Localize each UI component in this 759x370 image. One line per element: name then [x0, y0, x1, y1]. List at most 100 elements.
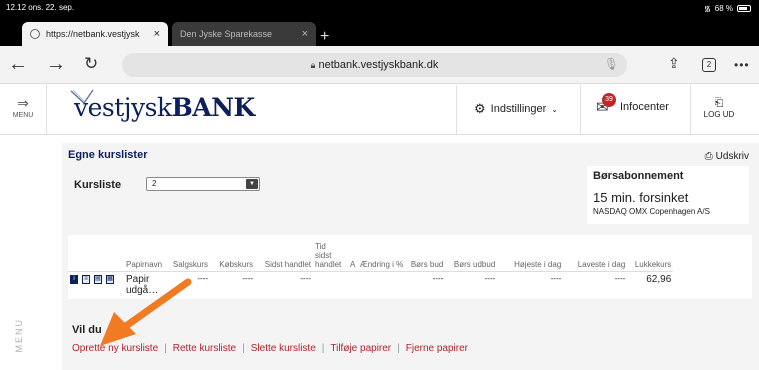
lock-icon: 🔒︎	[310, 59, 316, 70]
site-header: ⇒ MENU vestjyskBANK ⚙︎ Indstillinger ⌄ ✉…	[0, 85, 759, 135]
col-boers-udbud[interactable]: Børs udbud	[445, 235, 498, 272]
reload-icon[interactable]: ↻	[84, 54, 98, 74]
browser-tab-jyske[interactable]: Den Jyske Sparekasse ×	[172, 22, 316, 46]
kursliste-select[interactable]: 2 ▼	[146, 177, 260, 191]
menu-arrow-icon: ⇒	[17, 95, 29, 111]
kursliste-label: Kursliste	[74, 179, 122, 191]
browser-tab-netbank[interactable]: https://netbank.vestjysk ×	[22, 22, 168, 46]
cell-a	[343, 271, 357, 298]
logout-button[interactable]: ⎗ LOG UD	[702, 97, 736, 119]
microphone-icon[interactable]: 🎙︎	[604, 57, 619, 71]
more-dots-icon[interactable]: •••	[734, 58, 750, 72]
settings-label: Indstillinger	[490, 103, 547, 115]
tab-title: Den Jyske Sparekasse	[180, 29, 273, 39]
separator: |	[164, 343, 167, 354]
cell-koebskurs: ----	[242, 273, 254, 283]
bank-logo[interactable]: vestjyskBANK	[70, 89, 256, 122]
quote-table-container: Papirnavn Salgskurs Købskurs Sidst handl…	[68, 235, 752, 299]
back-arrow-icon[interactable]: ←	[8, 54, 28, 74]
delete-list-link[interactable]: Slette kursliste	[251, 343, 316, 354]
col-lukkekurs[interactable]: Lukkekurs	[627, 235, 674, 272]
divider	[456, 85, 457, 135]
subscription-heading: Børsabonnement	[593, 170, 684, 182]
browser-toolbar: ← → ↻ 🔒︎ netbank.vestjyskbank.dk 🎙︎ ⇪ 2 …	[0, 46, 759, 84]
action-links: Oprette ny kursliste | Rette kursliste |…	[72, 343, 468, 354]
side-menu-label[interactable]: MENU	[14, 318, 24, 353]
tab-close-icon[interactable]: ×	[154, 28, 160, 40]
col-icons	[68, 235, 124, 272]
forward-arrow-icon[interactable]: →	[46, 54, 66, 74]
tab-count-button[interactable]: 2	[702, 58, 716, 72]
cell-boers-udbud: ----	[484, 273, 496, 283]
settings-menu[interactable]: ⚙︎ Indstillinger ⌄	[474, 101, 558, 117]
cell-salgskurs: ----	[197, 273, 209, 283]
chart-icon[interactable]: ▤	[94, 274, 102, 284]
status-time: 12.12 ons. 22. sep.	[6, 3, 75, 12]
col-laveste[interactable]: Laveste i dag	[563, 235, 628, 272]
col-tid-sidst-handlet[interactable]: Tid sidst handlet	[313, 235, 344, 272]
quote-table: Papirnavn Salgskurs Købskurs Sidst handl…	[68, 235, 674, 298]
divider	[46, 85, 47, 135]
kursliste-panel: Egne kurslister ⎙ Udskriv Kursliste 2 ▼ …	[62, 143, 759, 370]
printer-icon: ⎙	[704, 151, 713, 162]
new-tab-plus-icon[interactable]: +	[320, 29, 329, 45]
separator: |	[321, 343, 325, 354]
browser-tabstrip: https://netbank.vestjysk × Den Jyske Spa…	[0, 14, 759, 46]
kursliste-selected-value: 2	[152, 179, 157, 188]
col-papirnavn[interactable]: Papirnavn	[124, 235, 165, 272]
vil-du-heading: Vil du	[72, 324, 102, 336]
menu-button[interactable]: ⇒ MENU	[0, 85, 46, 135]
cell-papirnavn[interactable]: Papir udgå…	[124, 271, 164, 298]
edit-list-link[interactable]: Rette kursliste	[173, 343, 236, 354]
create-list-link[interactable]: Oprette ny kursliste	[72, 343, 158, 354]
page-title: Egne kurslister	[68, 149, 148, 161]
logo-swoosh-icon	[70, 89, 94, 104]
logout-icon: ⎗	[714, 97, 724, 109]
col-koebskurs[interactable]: Købskurs	[210, 235, 256, 272]
add-securities-link[interactable]: Tilføje papirer	[330, 343, 391, 354]
print-button[interactable]: ⎙ Udskriv	[705, 151, 749, 162]
cell-hoejeste: ----	[550, 273, 562, 283]
wifi-icon: ᯾	[703, 4, 711, 13]
notification-badge: 39	[602, 93, 616, 107]
news-icon[interactable]: ▦	[106, 274, 114, 284]
tab-title: https://netbank.vestjysk	[46, 29, 140, 39]
col-salgskurs[interactable]: Salgskurs	[164, 235, 211, 272]
url-text: netbank.vestjyskbank.dk	[318, 59, 439, 71]
infocenter-button[interactable]: ✉︎ 39 Infocenter	[596, 93, 669, 116]
share-icon[interactable]: ⇪	[668, 55, 680, 72]
cell-boers-bud: ----	[432, 273, 444, 283]
ios-status-bar: 12.12 ons. 22. sep. ᯾ 68 %	[0, 0, 759, 14]
col-aendring[interactable]: Ændring i %	[357, 235, 406, 272]
dropdown-arrow-icon: ▼	[246, 179, 258, 189]
row-action-icons: i ≡ ▤ ▦	[68, 271, 124, 298]
table-header-row: Papirnavn Salgskurs Købskurs Sidst handl…	[68, 235, 674, 272]
subscription-delay: 15 min. forsinket	[593, 190, 689, 205]
cell-tid	[313, 271, 343, 298]
cell-sidst-handlet: ----	[300, 273, 312, 283]
print-label: Udskriv	[715, 151, 749, 162]
col-sidst-handlet[interactable]: Sidst handlet	[255, 235, 314, 272]
status-indicators: ᯾ 68 %	[704, 3, 751, 14]
cell-aendring	[357, 271, 405, 298]
col-a[interactable]: A	[343, 235, 358, 272]
subscription-box: Børsabonnement 15 min. forsinket NASDAQ …	[587, 166, 749, 224]
logo-text-2: BANK	[171, 93, 256, 122]
subscription-exchange: NASDAQ OMX Copenhagen A/S	[593, 207, 710, 216]
address-bar[interactable]: 🔒︎ netbank.vestjyskbank.dk 🎙︎	[122, 53, 627, 77]
infocenter-label: Infocenter	[620, 101, 669, 113]
document-icon[interactable]: ≡	[82, 274, 90, 284]
table-row[interactable]: i ≡ ▤ ▦ Papir udgå… ---- ---- ---- ---- …	[68, 271, 673, 298]
menu-label: MENU	[12, 112, 34, 119]
gear-icon: ⚙︎	[474, 101, 486, 116]
col-hoejeste[interactable]: Højeste i dag	[497, 235, 564, 272]
info-icon[interactable]: i	[70, 274, 78, 284]
col-boers-bud[interactable]: Børs bud	[405, 235, 446, 272]
globe-icon	[30, 29, 40, 39]
divider	[690, 85, 691, 135]
cell-laveste: ----	[614, 273, 626, 283]
remove-securities-link[interactable]: Fjerne papirer	[406, 343, 468, 354]
battery-icon	[737, 5, 751, 12]
chevron-down-icon: ⌄	[551, 104, 558, 114]
tab-close-icon[interactable]: ×	[302, 28, 308, 40]
